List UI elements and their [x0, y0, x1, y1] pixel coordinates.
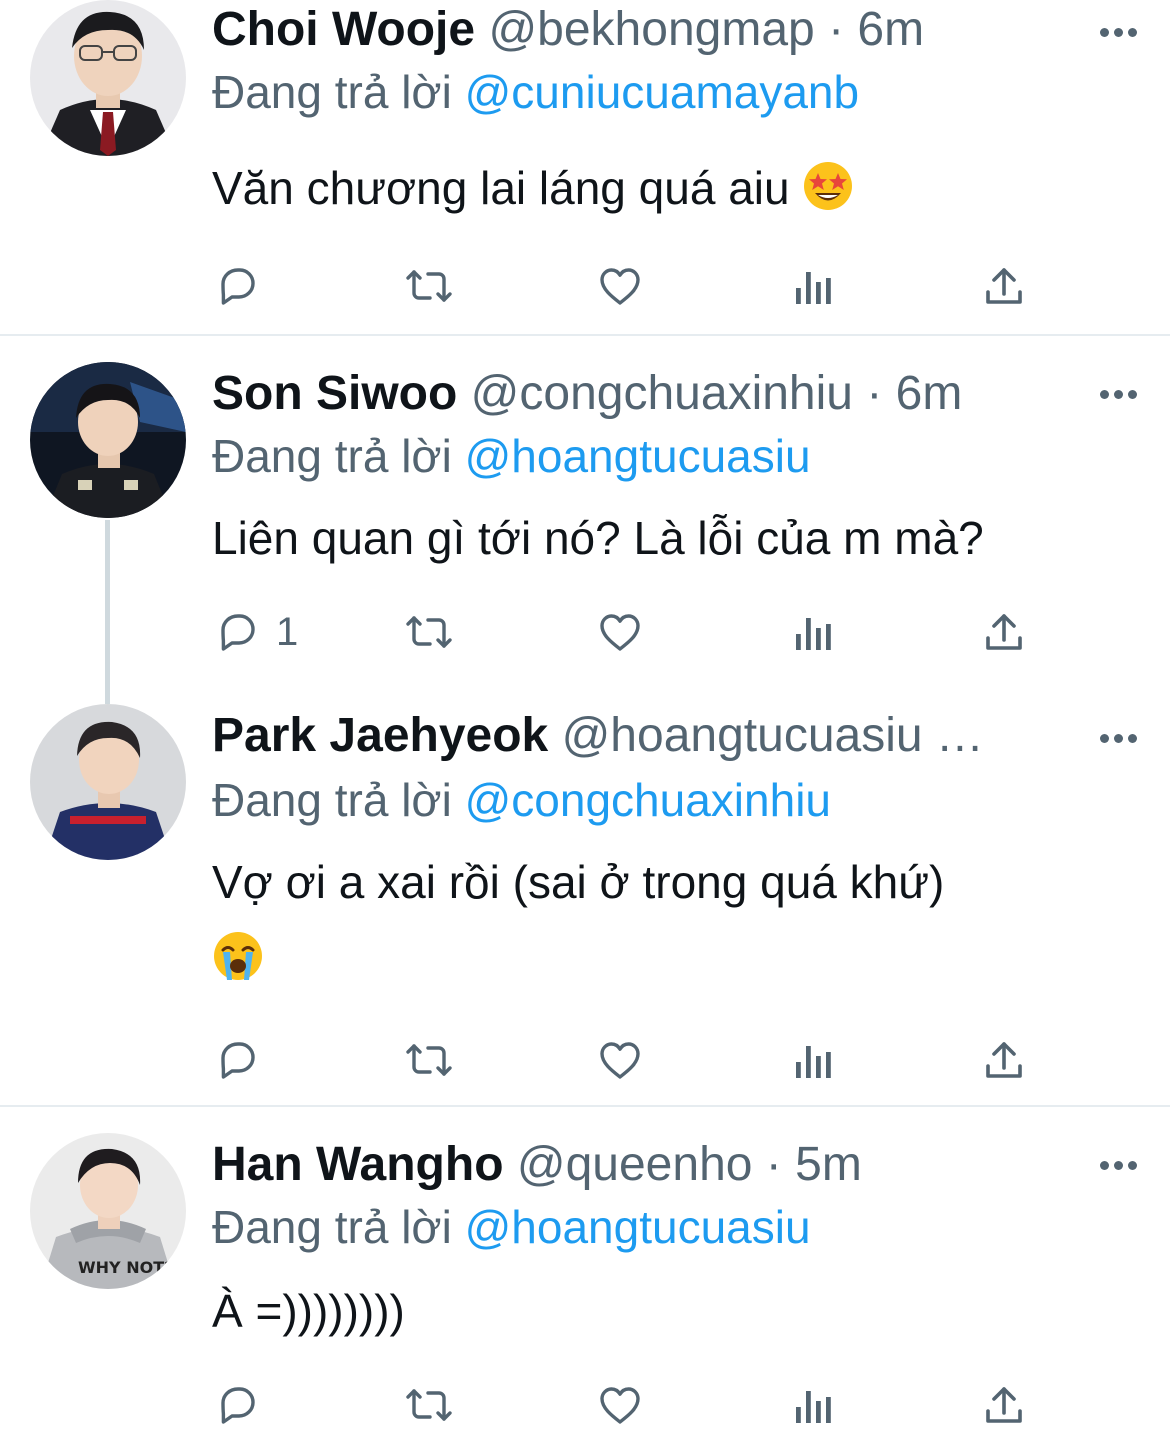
reply-context: Đang trả lời @cuniucuamayanb	[212, 62, 859, 122]
views-icon	[792, 262, 832, 310]
reply-prefix: Đang trả lời	[212, 430, 452, 482]
tweet-actions	[0, 258, 1170, 314]
user-handle[interactable]: @bekhongmap	[488, 3, 814, 56]
like-icon	[596, 262, 644, 310]
share-button[interactable]	[982, 258, 1026, 314]
display-name[interactable]: Han Wangho	[212, 1138, 504, 1191]
tweet-header: Park Jaehyeok @hoangtucuasiu …	[212, 706, 1050, 766]
share-icon	[982, 262, 1026, 310]
avatar[interactable]	[30, 0, 186, 156]
user-handle[interactable]: @hoangtucuasiu	[562, 709, 923, 762]
like-button[interactable]	[596, 604, 644, 660]
user-handle[interactable]: @congchuaxinhiu	[471, 367, 853, 420]
reply-mention[interactable]: @congchuaxinhiu	[465, 774, 831, 826]
retweet-button[interactable]	[402, 258, 456, 314]
like-icon	[596, 1036, 644, 1084]
avatar[interactable]	[30, 704, 186, 860]
reply-mention[interactable]: @hoangtucuasiu	[465, 430, 811, 482]
reply-context: Đang trả lời @hoangtucuasiu	[212, 1197, 811, 1257]
views-button[interactable]	[792, 1377, 832, 1433]
reply-prefix: Đang trả lời	[212, 66, 452, 118]
reply-mention[interactable]: @hoangtucuasiu	[465, 1201, 811, 1253]
views-icon	[792, 1036, 832, 1084]
tweet-text-content: À =))))))))	[212, 1285, 405, 1337]
reply-context: Đang trả lời @congchuaxinhiu	[212, 770, 831, 830]
reply-icon	[214, 1381, 262, 1429]
more-icon[interactable]	[1096, 22, 1140, 42]
timestamp[interactable]: …	[936, 709, 984, 762]
timestamp[interactable]: 6m	[896, 367, 963, 420]
share-icon	[982, 608, 1026, 656]
like-icon	[596, 608, 644, 656]
display-name[interactable]: Son Siwoo	[212, 367, 457, 420]
share-button[interactable]	[982, 604, 1026, 660]
retweet-icon	[402, 608, 456, 656]
more-icon[interactable]	[1096, 728, 1140, 748]
timestamp[interactable]: 5m	[795, 1138, 862, 1191]
retweet-button[interactable]	[402, 1377, 456, 1433]
separator: ·	[828, 3, 845, 56]
retweet-icon	[402, 1381, 456, 1429]
share-icon	[982, 1036, 1026, 1084]
reply-icon	[214, 1036, 262, 1084]
avatar[interactable]: WHY NOT?!	[30, 1133, 186, 1289]
tweet-text: Vợ ơi a xai rồi (sai ở trong quá khứ)	[212, 844, 1120, 1004]
retweet-icon	[402, 1036, 456, 1084]
reply-context: Đang trả lời @hoangtucuasiu	[212, 426, 811, 486]
tweet-actions	[0, 1377, 1170, 1433]
tweet-header: Han Wangho @queenho · 5m	[212, 1135, 1050, 1195]
tweet-header: Son Siwoo @congchuaxinhiu · 6m	[212, 364, 1050, 424]
display-name[interactable]: Choi Wooje	[212, 3, 475, 56]
tweet-text-content: Văn chương lai láng quá aiu	[212, 162, 790, 214]
svg-text:WHY NOT?!: WHY NOT?!	[78, 1258, 181, 1277]
tweet-choi-wooje[interactable]: Choi Wooje @bekhongmap · 6m Đang trả lời…	[0, 0, 1170, 334]
views-icon	[792, 608, 832, 656]
share-button[interactable]	[982, 1377, 1026, 1433]
tweet-text: Liên quan gì tới nó? Là lỗi của m mà?	[212, 500, 1120, 576]
tweet-actions: 1	[0, 604, 1170, 660]
tweet-han-wangho[interactable]: WHY NOT?! Han Wangho @queenho · 5m Đang …	[0, 1107, 1170, 1441]
reply-mention[interactable]: @cuniucuamayanb	[465, 66, 859, 118]
share-button[interactable]	[982, 1032, 1026, 1088]
separator: ·	[866, 367, 883, 420]
reply-button[interactable]	[214, 258, 276, 314]
share-icon	[982, 1381, 1026, 1429]
tweet-park-jaehyeok[interactable]: Park Jaehyeok @hoangtucuasiu … Đang trả …	[0, 704, 1170, 1104]
star-struck-emoji	[802, 158, 854, 234]
tweet-text: Văn chương lai láng quá aiu	[212, 150, 1120, 234]
retweet-button[interactable]	[402, 604, 456, 660]
reply-button[interactable]	[214, 1377, 276, 1433]
user-handle[interactable]: @queenho	[517, 1138, 753, 1191]
tweet-son-siwoo[interactable]: Son Siwoo @congchuaxinhiu · 6m Đang trả …	[0, 336, 1170, 686]
like-button[interactable]	[596, 1377, 644, 1433]
tweet-header: Choi Wooje @bekhongmap · 6m	[212, 0, 1050, 60]
more-icon[interactable]	[1096, 1155, 1140, 1175]
views-button[interactable]	[792, 1032, 832, 1088]
like-button[interactable]	[596, 258, 644, 314]
more-icon[interactable]	[1096, 384, 1140, 404]
reply-prefix: Đang trả lời	[212, 1201, 452, 1253]
like-icon	[596, 1381, 644, 1429]
reply-button[interactable]: 1	[214, 604, 298, 660]
tweet-actions	[0, 1032, 1170, 1088]
views-button[interactable]	[792, 604, 832, 660]
loudly-crying-emoji	[212, 928, 264, 1004]
display-name[interactable]: Park Jaehyeok	[212, 709, 548, 762]
views-icon	[792, 1381, 832, 1429]
views-button[interactable]	[792, 258, 832, 314]
like-button[interactable]	[596, 1032, 644, 1088]
tweet-text: À =))))))))	[212, 1273, 1120, 1349]
tweet-text-content: Vợ ơi a xai rồi (sai ở trong quá khứ)	[212, 856, 945, 908]
reply-button[interactable]	[214, 1032, 276, 1088]
reply-icon	[214, 608, 262, 656]
tweet-text-content: Liên quan gì tới nó? Là lỗi của m mà?	[212, 512, 984, 564]
timestamp[interactable]: 6m	[857, 3, 924, 56]
avatar[interactable]	[30, 362, 186, 518]
reply-icon	[214, 262, 262, 310]
separator: ·	[765, 1138, 782, 1191]
retweet-icon	[402, 262, 456, 310]
reply-prefix: Đang trả lời	[212, 774, 452, 826]
retweet-button[interactable]	[402, 1032, 456, 1088]
reply-count: 1	[276, 609, 299, 654]
